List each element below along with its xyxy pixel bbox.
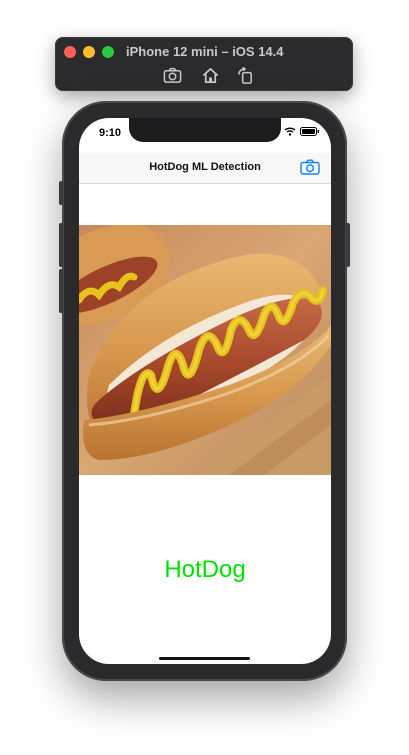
iphone-device: 9:10 HotDog ML Detection HotDog xyxy=(59,101,350,681)
camera-icon[interactable] xyxy=(300,159,320,175)
screenshot-button[interactable] xyxy=(162,65,182,85)
phone-screen: 9:10 HotDog ML Detection HotDog xyxy=(79,118,331,664)
hotdog-photo xyxy=(79,225,331,475)
minimize-window-button[interactable] xyxy=(83,46,95,58)
rotate-button[interactable] xyxy=(235,65,255,85)
mute-switch xyxy=(59,181,63,205)
status-icons xyxy=(284,127,320,136)
notch xyxy=(129,118,281,142)
simulator-title: iPhone 12 mini – iOS 14.4 xyxy=(126,44,284,59)
camera-icon xyxy=(163,67,181,83)
battery-icon xyxy=(300,127,319,136)
hotdog-image xyxy=(79,225,331,475)
navigation-bar: HotDog ML Detection xyxy=(79,153,331,184)
simulator-toolbar: iPhone 12 mini – iOS 14.4 xyxy=(55,37,353,91)
volume-down-button xyxy=(59,269,63,313)
home-indicator[interactable] xyxy=(159,657,250,660)
rotate-icon xyxy=(237,66,252,84)
maximize-window-button[interactable] xyxy=(102,46,114,58)
nav-title: HotDog ML Detection xyxy=(149,161,261,173)
result-label: HotDog xyxy=(164,556,246,583)
close-window-button[interactable] xyxy=(64,46,76,58)
volume-up-button xyxy=(59,223,63,267)
home-button[interactable] xyxy=(200,65,220,85)
home-icon xyxy=(202,67,218,83)
power-button xyxy=(346,223,350,267)
status-time: 9:10 xyxy=(99,127,122,139)
wifi-icon xyxy=(284,127,296,136)
